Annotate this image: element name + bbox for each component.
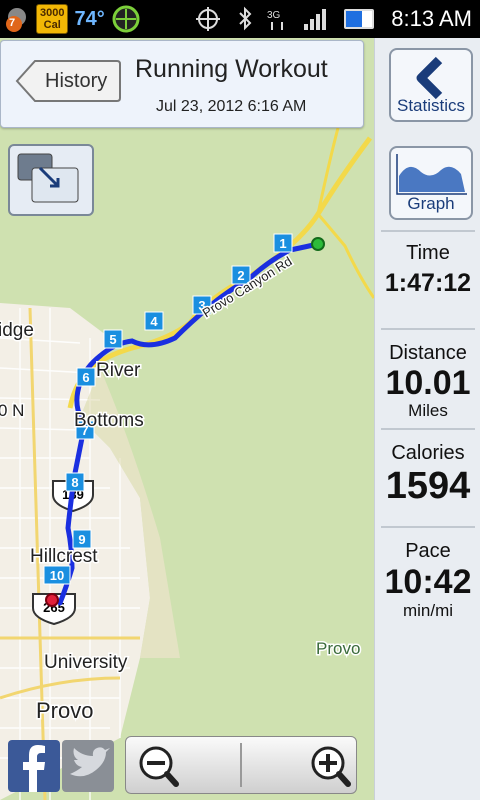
bluetooth-icon	[239, 6, 252, 31]
history-back-label: History	[45, 70, 108, 92]
map-layer-toggle-button[interactable]	[8, 144, 94, 216]
chevron-left-icon	[416, 56, 443, 100]
mile-marker-4-label: 4	[150, 314, 158, 329]
divider	[381, 526, 475, 528]
page-title: Running Workout	[135, 55, 328, 83]
twitter-icon	[70, 747, 110, 777]
graph-label: Graph	[407, 194, 455, 213]
calories-stat: Calories 1594	[381, 442, 475, 507]
notification-icon: 7	[4, 6, 30, 32]
svg-text:3G: 3G	[267, 10, 281, 21]
mile-marker-6-label: 6	[82, 370, 89, 385]
location-icon	[196, 7, 221, 31]
temperature: 74°	[74, 7, 105, 30]
history-back-button[interactable]: History	[15, 59, 121, 103]
mile-marker-6[interactable]: 6	[76, 367, 96, 387]
map-label-university: University	[44, 652, 128, 673]
divider	[381, 328, 475, 330]
status-bar: 7 3000 Cal 74° 3G 8:13 AM	[0, 0, 480, 38]
map-label-provo: Provo	[36, 698, 93, 723]
graph-button[interactable]: Graph	[389, 146, 473, 220]
calories-label: Calories	[391, 442, 465, 464]
time-label: Time	[406, 242, 450, 264]
map-label-bottoms: Bottoms	[74, 410, 144, 431]
facebook-share-button[interactable]	[8, 740, 60, 792]
map-label-river: River	[96, 360, 141, 381]
distance-stat: Distance 10.01 Miles	[381, 342, 475, 421]
zoom-in-icon	[311, 746, 351, 787]
zoom-in-button[interactable]	[242, 737, 356, 793]
pace-label: Pace	[405, 540, 451, 562]
mile-marker-4[interactable]: 4	[144, 311, 164, 331]
map-label-0n: 0 N	[0, 401, 24, 420]
layers-icon	[17, 153, 79, 203]
map-label-road: Provo Canyon Rd	[200, 253, 295, 320]
divider	[381, 230, 475, 232]
route-end-marker	[45, 593, 59, 607]
facebook-icon	[23, 745, 45, 792]
distance-value: 10.01	[385, 364, 471, 402]
mile-marker-10[interactable]: 10	[43, 565, 71, 585]
zoom-out-icon	[139, 746, 179, 787]
mile-marker-5[interactable]: 5	[103, 329, 123, 349]
map-label-ridge: idge	[0, 320, 34, 341]
mile-marker-10-label: 10	[50, 568, 64, 583]
divider	[381, 428, 475, 430]
zoom-controls	[125, 736, 357, 794]
calories-badge: 3000 Cal	[36, 4, 69, 34]
map-label-hillcrest: Hillcrest	[30, 546, 98, 567]
gps-icon	[112, 5, 140, 33]
notification-count: 7	[9, 17, 16, 29]
mile-marker-1[interactable]: 1	[273, 233, 293, 253]
3g-data-icon: 3G	[267, 10, 284, 30]
mile-marker-9-label: 9	[78, 532, 85, 547]
mile-marker-8-label: 8	[71, 475, 78, 490]
distance-label: Distance	[389, 342, 467, 364]
time-stat: Time 1:47:12	[381, 242, 475, 298]
clock: 8:13 AM	[391, 6, 472, 31]
twitter-share-button[interactable]	[62, 740, 114, 792]
calories-badge-unit: Cal	[43, 19, 61, 31]
mile-marker-8[interactable]: 8	[65, 472, 85, 492]
map-label-provo-east: Provo	[316, 639, 360, 658]
pace-value: 10:42	[384, 563, 472, 601]
battery-icon	[344, 9, 375, 29]
route-start-marker	[311, 237, 325, 251]
pace-unit: min/mi	[402, 601, 454, 620]
distance-unit: Miles	[408, 401, 448, 420]
time-value: 1:47:12	[384, 269, 472, 297]
calories-value: 1594	[385, 465, 471, 507]
workout-datetime: Jul 23, 2012 6:16 AM	[156, 98, 307, 115]
zoom-out-button[interactable]	[126, 737, 240, 793]
stats-panel: Statistics Graph Time 1:47:12 Distance 1…	[374, 38, 480, 800]
graph-icon	[396, 154, 467, 195]
statistics-label: Statistics	[396, 96, 466, 115]
mile-marker-1-label: 1	[279, 236, 286, 251]
mile-marker-5-label: 5	[109, 332, 116, 347]
pace-stat: Pace 10:42 min/mi	[381, 540, 475, 621]
statistics-button[interactable]: Statistics	[389, 48, 473, 122]
calories-badge-value: 3000	[40, 7, 65, 19]
signal-icon	[304, 9, 327, 30]
